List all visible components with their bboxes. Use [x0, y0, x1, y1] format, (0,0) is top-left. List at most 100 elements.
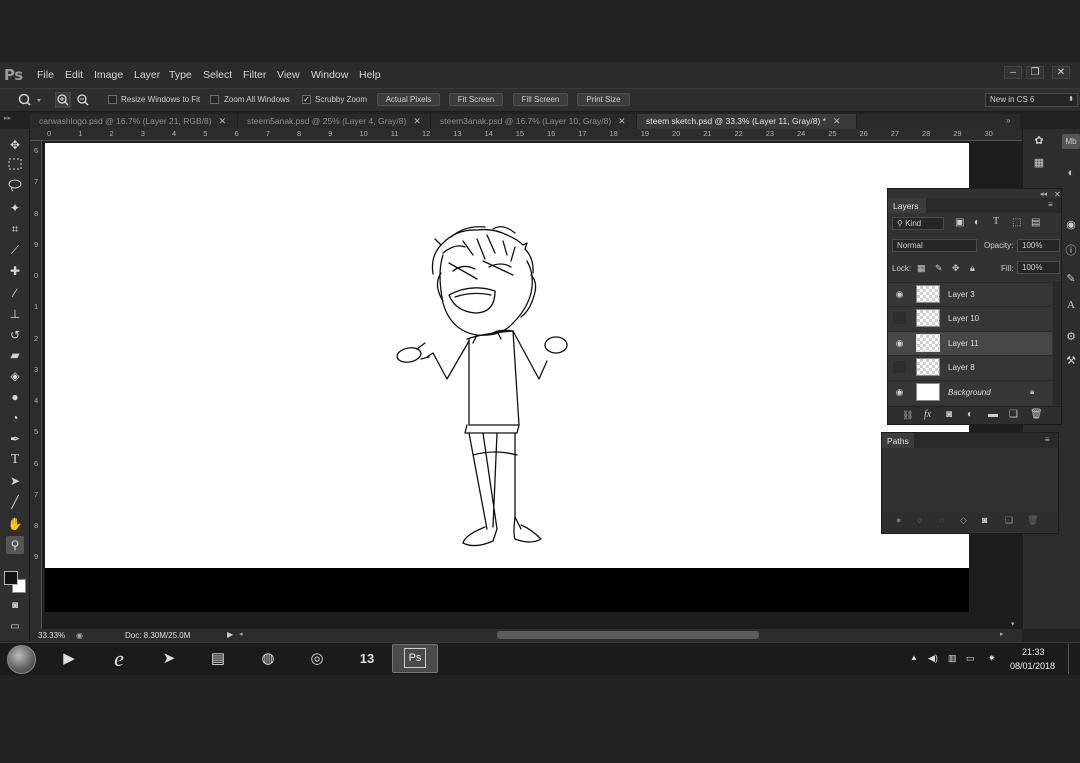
blur-tool-icon[interactable]: ● — [6, 388, 24, 406]
document-tab[interactable]: steem5anak.psd @ 25% (Layer 4, Gray/8) ✕ — [238, 114, 431, 129]
clone-stamp-tool-icon[interactable]: ⊥ — [6, 305, 24, 323]
minimize-button[interactable]: – — [1004, 66, 1022, 79]
tabs-overflow-icon[interactable]: » — [1006, 116, 1010, 125]
zoom-level[interactable]: 33.33% — [38, 631, 65, 640]
resize-windows-checkbox[interactable] — [108, 95, 117, 104]
volume-icon[interactable]: ◀) — [928, 653, 938, 664]
new-adjustment-layer-icon[interactable]: ◐ — [967, 409, 973, 420]
fill-screen-button[interactable]: Fill Screen — [513, 93, 568, 106]
zoom-tool-preset-icon[interactable] — [17, 92, 43, 111]
filter-type-icon[interactable]: T — [993, 216, 999, 227]
menu-type[interactable]: Type — [169, 69, 192, 81]
internet-explorer-icon[interactable]: e — [105, 646, 133, 672]
actual-pixels-button[interactable]: Actual Pixels — [377, 93, 440, 106]
chrome-icon[interactable]: ◎ — [303, 646, 331, 672]
print-size-button[interactable]: Print Size — [577, 93, 630, 106]
horizontal-scrollbar-thumb[interactable] — [497, 631, 759, 639]
telegram-icon[interactable]: ➤ — [155, 646, 183, 672]
path-selection-tool-icon[interactable]: ➤ — [6, 472, 24, 490]
eye-icon[interactable]: ◉ — [894, 290, 905, 299]
load-selection-icon[interactable]: ◌ — [939, 515, 944, 525]
layer-style-icon[interactable]: fx — [924, 409, 931, 420]
info-icon[interactable]: ⓘ — [1062, 244, 1080, 259]
filter-kind-select[interactable]: ⚲ Kind — [892, 217, 944, 230]
clock-time[interactable]: 21:33 — [1022, 647, 1045, 657]
eye-icon[interactable]: ◉ — [894, 388, 905, 397]
quick-mask-icon[interactable]: ◙ — [6, 597, 24, 615]
new-path-icon[interactable]: ❏ — [1005, 515, 1013, 526]
document-tab[interactable]: steem3anak.psd @ 16.7% (Layer 10, Gray/8… — [431, 114, 637, 129]
lock-position-icon[interactable]: ✥ — [952, 263, 960, 274]
clock-date[interactable]: 08/01/2018 — [1010, 661, 1055, 671]
menu-image[interactable]: Image — [94, 69, 123, 81]
screen-mode-icon[interactable]: ▭ — [6, 618, 24, 636]
make-work-path-icon[interactable]: ◇ — [960, 515, 967, 526]
menu-window[interactable]: Window — [311, 69, 348, 81]
fit-screen-button[interactable]: Fit Screen — [449, 93, 503, 106]
new-group-icon[interactable]: ▬ — [988, 409, 998, 420]
lock-image-icon[interactable]: ✎ — [935, 263, 943, 274]
brush-tool-icon[interactable]: ∕ — [6, 284, 24, 302]
blend-mode-select[interactable]: Normal — [892, 239, 977, 252]
add-mask-icon[interactable]: ◙ — [982, 515, 987, 525]
network-icon[interactable]: ▥ — [948, 653, 957, 664]
layers-scrollbar[interactable] — [1053, 281, 1061, 405]
marquee-tool-icon[interactable] — [6, 157, 24, 175]
menu-file[interactable]: File — [37, 69, 54, 81]
filter-shape-icon[interactable]: ⬚ — [1012, 217, 1021, 228]
move-tool-icon[interactable]: ✥ — [6, 136, 24, 154]
paint-bucket-tool-icon[interactable]: ◈ — [6, 367, 24, 385]
opacity-input[interactable]: 100% — [1017, 239, 1060, 252]
collapse-tools-icon[interactable]: ▸▸ — [4, 114, 11, 122]
restore-button[interactable]: ❐ — [1026, 66, 1044, 79]
brush-preset-icon[interactable]: ✎ — [1062, 272, 1080, 287]
close-icon[interactable]: ✕ — [413, 116, 421, 126]
menu-layer[interactable]: Layer — [134, 69, 160, 81]
menu-help[interactable]: Help — [359, 69, 381, 81]
file-explorer-icon[interactable]: ▤ — [204, 646, 232, 672]
tool-presets-icon[interactable]: ⚒ — [1062, 354, 1080, 369]
new-layer-icon[interactable]: ❏ — [1009, 409, 1018, 420]
zoom-all-windows-checkbox[interactable] — [210, 95, 219, 104]
delete-layer-icon[interactable]: 🗑︎ — [1030, 409, 1043, 420]
document-tab[interactable]: carwashlogo.psd @ 16.7% (Layer 21, RGB/8… — [30, 114, 238, 129]
panel-collapse-icon[interactable]: ◂◂ — [1040, 190, 1047, 198]
add-mask-icon[interactable]: ◙ — [946, 409, 952, 420]
eyedropper-tool-icon[interactable]: ⟋ — [6, 241, 24, 259]
healing-brush-tool-icon[interactable]: ✚ — [6, 262, 24, 280]
lock-all-icon[interactable]: 🔒︎ — [970, 263, 975, 274]
eraser-tool-icon[interactable]: ▰ — [6, 346, 24, 364]
link-layers-icon[interactable]: ⛓ — [902, 410, 913, 421]
zoom-in-icon[interactable] — [54, 91, 71, 111]
hand-tool-icon[interactable]: ✋ — [6, 515, 24, 533]
start-button[interactable] — [7, 645, 36, 674]
visibility-toggle-empty[interactable] — [893, 312, 906, 324]
eye-icon[interactable]: ◉ — [894, 339, 905, 348]
line-tool-icon[interactable]: ╱ — [6, 493, 24, 511]
menu-select[interactable]: Select — [203, 69, 232, 81]
menu-view[interactable]: View — [277, 69, 300, 81]
lock-transparent-icon[interactable]: ▦ — [917, 263, 926, 274]
scrubby-zoom-checkbox[interactable]: ✓ — [302, 95, 311, 104]
app-13-icon[interactable]: 13 — [353, 646, 381, 672]
mini-bridge-icon[interactable]: Mb — [1062, 134, 1080, 149]
magic-wand-tool-icon[interactable]: ✦ — [6, 199, 24, 217]
panel-menu-icon[interactable]: ≡ — [1045, 435, 1050, 444]
scroll-down-arrow[interactable]: ▾ — [1011, 620, 1015, 628]
close-icon[interactable]: ✕ — [219, 116, 227, 126]
panel-menu-icon[interactable]: ≡ — [1048, 200, 1053, 209]
document-canvas[interactable] — [45, 143, 969, 568]
swatches-icon[interactable]: ▦ — [1030, 156, 1048, 171]
color-palette-icon[interactable]: ✿ — [1030, 134, 1048, 149]
status-menu-arrow[interactable]: ▶ — [227, 630, 233, 639]
crop-tool-icon[interactable]: ⌗ — [6, 220, 24, 238]
scroll-right-arrow[interactable]: ▸ — [1000, 630, 1004, 638]
properties-icon[interactable]: ⚙ — [1062, 330, 1080, 345]
lasso-tool-icon[interactable] — [6, 178, 24, 196]
dodge-tool-icon[interactable]: ◔ — [6, 409, 24, 427]
close-icon[interactable]: ✕ — [833, 116, 841, 126]
menu-filter[interactable]: Filter — [243, 69, 266, 81]
close-window-button[interactable]: ✕ — [1052, 66, 1070, 79]
firefox-icon[interactable]: ◍ — [254, 646, 282, 672]
close-icon[interactable]: ✕ — [618, 116, 626, 126]
